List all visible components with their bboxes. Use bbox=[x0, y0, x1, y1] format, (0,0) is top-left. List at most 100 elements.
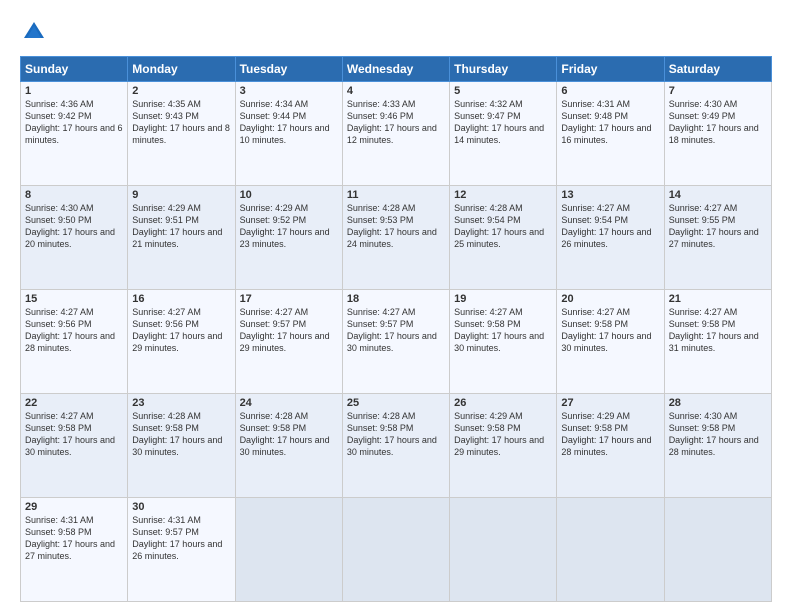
calendar-cell: 21Sunrise: 4:27 AMSunset: 9:58 PMDayligh… bbox=[664, 290, 771, 394]
day-number: 3 bbox=[240, 85, 338, 97]
day-number: 8 bbox=[25, 189, 123, 201]
calendar-cell: 30Sunrise: 4:31 AMSunset: 9:57 PMDayligh… bbox=[128, 498, 235, 602]
calendar-cell: 12Sunrise: 4:28 AMSunset: 9:54 PMDayligh… bbox=[450, 186, 557, 290]
day-number: 22 bbox=[25, 397, 123, 409]
day-number: 28 bbox=[669, 397, 767, 409]
calendar: SundayMondayTuesdayWednesdayThursdayFrid… bbox=[20, 56, 772, 602]
day-number: 25 bbox=[347, 397, 445, 409]
day-info: Sunrise: 4:29 AMSunset: 9:51 PMDaylight:… bbox=[132, 202, 230, 251]
day-info: Sunrise: 4:32 AMSunset: 9:47 PMDaylight:… bbox=[454, 98, 552, 147]
day-info: Sunrise: 4:27 AMSunset: 9:58 PMDaylight:… bbox=[669, 306, 767, 355]
calendar-cell: 1Sunrise: 4:36 AMSunset: 9:42 PMDaylight… bbox=[21, 82, 128, 186]
day-info: Sunrise: 4:30 AMSunset: 9:58 PMDaylight:… bbox=[669, 410, 767, 459]
calendar-cell: 5Sunrise: 4:32 AMSunset: 9:47 PMDaylight… bbox=[450, 82, 557, 186]
calendar-cell: 11Sunrise: 4:28 AMSunset: 9:53 PMDayligh… bbox=[342, 186, 449, 290]
calendar-cell: 10Sunrise: 4:29 AMSunset: 9:52 PMDayligh… bbox=[235, 186, 342, 290]
calendar-cell: 14Sunrise: 4:27 AMSunset: 9:55 PMDayligh… bbox=[664, 186, 771, 290]
day-info: Sunrise: 4:34 AMSunset: 9:44 PMDaylight:… bbox=[240, 98, 338, 147]
calendar-cell: 29Sunrise: 4:31 AMSunset: 9:58 PMDayligh… bbox=[21, 498, 128, 602]
day-number: 11 bbox=[347, 189, 445, 201]
day-info: Sunrise: 4:27 AMSunset: 9:58 PMDaylight:… bbox=[454, 306, 552, 355]
calendar-cell: 20Sunrise: 4:27 AMSunset: 9:58 PMDayligh… bbox=[557, 290, 664, 394]
day-number: 12 bbox=[454, 189, 552, 201]
day-number: 1 bbox=[25, 85, 123, 97]
day-number: 5 bbox=[454, 85, 552, 97]
day-info: Sunrise: 4:31 AMSunset: 9:57 PMDaylight:… bbox=[132, 514, 230, 563]
day-number: 21 bbox=[669, 293, 767, 305]
calendar-cell: 25Sunrise: 4:28 AMSunset: 9:58 PMDayligh… bbox=[342, 394, 449, 498]
day-info: Sunrise: 4:30 AMSunset: 9:50 PMDaylight:… bbox=[25, 202, 123, 251]
calendar-week-5: 29Sunrise: 4:31 AMSunset: 9:58 PMDayligh… bbox=[21, 498, 772, 602]
calendar-cell: 27Sunrise: 4:29 AMSunset: 9:58 PMDayligh… bbox=[557, 394, 664, 498]
calendar-header-saturday: Saturday bbox=[664, 57, 771, 82]
day-number: 9 bbox=[132, 189, 230, 201]
calendar-cell bbox=[235, 498, 342, 602]
calendar-header-row: SundayMondayTuesdayWednesdayThursdayFrid… bbox=[21, 57, 772, 82]
day-number: 4 bbox=[347, 85, 445, 97]
day-info: Sunrise: 4:29 AMSunset: 9:52 PMDaylight:… bbox=[240, 202, 338, 251]
day-info: Sunrise: 4:35 AMSunset: 9:43 PMDaylight:… bbox=[132, 98, 230, 147]
day-info: Sunrise: 4:31 AMSunset: 9:58 PMDaylight:… bbox=[25, 514, 123, 563]
day-number: 24 bbox=[240, 397, 338, 409]
day-info: Sunrise: 4:33 AMSunset: 9:46 PMDaylight:… bbox=[347, 98, 445, 147]
logo bbox=[20, 18, 52, 46]
calendar-cell bbox=[557, 498, 664, 602]
calendar-cell: 2Sunrise: 4:35 AMSunset: 9:43 PMDaylight… bbox=[128, 82, 235, 186]
day-number: 29 bbox=[25, 501, 123, 513]
day-info: Sunrise: 4:30 AMSunset: 9:49 PMDaylight:… bbox=[669, 98, 767, 147]
page: SundayMondayTuesdayWednesdayThursdayFrid… bbox=[0, 0, 792, 612]
day-number: 13 bbox=[561, 189, 659, 201]
calendar-week-1: 1Sunrise: 4:36 AMSunset: 9:42 PMDaylight… bbox=[21, 82, 772, 186]
day-info: Sunrise: 4:29 AMSunset: 9:58 PMDaylight:… bbox=[454, 410, 552, 459]
calendar-week-3: 15Sunrise: 4:27 AMSunset: 9:56 PMDayligh… bbox=[21, 290, 772, 394]
day-info: Sunrise: 4:27 AMSunset: 9:56 PMDaylight:… bbox=[25, 306, 123, 355]
calendar-cell: 26Sunrise: 4:29 AMSunset: 9:58 PMDayligh… bbox=[450, 394, 557, 498]
day-info: Sunrise: 4:27 AMSunset: 9:57 PMDaylight:… bbox=[240, 306, 338, 355]
day-number: 20 bbox=[561, 293, 659, 305]
calendar-cell: 4Sunrise: 4:33 AMSunset: 9:46 PMDaylight… bbox=[342, 82, 449, 186]
day-info: Sunrise: 4:28 AMSunset: 9:58 PMDaylight:… bbox=[240, 410, 338, 459]
calendar-week-2: 8Sunrise: 4:30 AMSunset: 9:50 PMDaylight… bbox=[21, 186, 772, 290]
calendar-cell bbox=[450, 498, 557, 602]
day-number: 27 bbox=[561, 397, 659, 409]
day-number: 18 bbox=[347, 293, 445, 305]
day-info: Sunrise: 4:27 AMSunset: 9:55 PMDaylight:… bbox=[669, 202, 767, 251]
logo-icon bbox=[20, 18, 48, 46]
day-info: Sunrise: 4:29 AMSunset: 9:58 PMDaylight:… bbox=[561, 410, 659, 459]
day-info: Sunrise: 4:36 AMSunset: 9:42 PMDaylight:… bbox=[25, 98, 123, 147]
calendar-cell: 7Sunrise: 4:30 AMSunset: 9:49 PMDaylight… bbox=[664, 82, 771, 186]
day-info: Sunrise: 4:28 AMSunset: 9:54 PMDaylight:… bbox=[454, 202, 552, 251]
day-info: Sunrise: 4:27 AMSunset: 9:58 PMDaylight:… bbox=[25, 410, 123, 459]
calendar-cell: 13Sunrise: 4:27 AMSunset: 9:54 PMDayligh… bbox=[557, 186, 664, 290]
calendar-header-wednesday: Wednesday bbox=[342, 57, 449, 82]
calendar-cell: 22Sunrise: 4:27 AMSunset: 9:58 PMDayligh… bbox=[21, 394, 128, 498]
calendar-cell: 6Sunrise: 4:31 AMSunset: 9:48 PMDaylight… bbox=[557, 82, 664, 186]
day-info: Sunrise: 4:28 AMSunset: 9:58 PMDaylight:… bbox=[347, 410, 445, 459]
calendar-cell: 16Sunrise: 4:27 AMSunset: 9:56 PMDayligh… bbox=[128, 290, 235, 394]
day-info: Sunrise: 4:28 AMSunset: 9:53 PMDaylight:… bbox=[347, 202, 445, 251]
day-number: 2 bbox=[132, 85, 230, 97]
calendar-cell: 19Sunrise: 4:27 AMSunset: 9:58 PMDayligh… bbox=[450, 290, 557, 394]
day-number: 6 bbox=[561, 85, 659, 97]
day-number: 7 bbox=[669, 85, 767, 97]
day-number: 10 bbox=[240, 189, 338, 201]
calendar-cell bbox=[664, 498, 771, 602]
day-number: 15 bbox=[25, 293, 123, 305]
day-info: Sunrise: 4:31 AMSunset: 9:48 PMDaylight:… bbox=[561, 98, 659, 147]
calendar-header-tuesday: Tuesday bbox=[235, 57, 342, 82]
calendar-header-sunday: Sunday bbox=[21, 57, 128, 82]
day-number: 30 bbox=[132, 501, 230, 513]
calendar-cell: 8Sunrise: 4:30 AMSunset: 9:50 PMDaylight… bbox=[21, 186, 128, 290]
day-number: 16 bbox=[132, 293, 230, 305]
day-number: 14 bbox=[669, 189, 767, 201]
day-info: Sunrise: 4:27 AMSunset: 9:58 PMDaylight:… bbox=[561, 306, 659, 355]
calendar-cell: 17Sunrise: 4:27 AMSunset: 9:57 PMDayligh… bbox=[235, 290, 342, 394]
header bbox=[20, 18, 772, 46]
day-info: Sunrise: 4:27 AMSunset: 9:54 PMDaylight:… bbox=[561, 202, 659, 251]
calendar-cell bbox=[342, 498, 449, 602]
calendar-cell: 3Sunrise: 4:34 AMSunset: 9:44 PMDaylight… bbox=[235, 82, 342, 186]
calendar-header-thursday: Thursday bbox=[450, 57, 557, 82]
day-info: Sunrise: 4:27 AMSunset: 9:57 PMDaylight:… bbox=[347, 306, 445, 355]
calendar-cell: 15Sunrise: 4:27 AMSunset: 9:56 PMDayligh… bbox=[21, 290, 128, 394]
day-number: 19 bbox=[454, 293, 552, 305]
